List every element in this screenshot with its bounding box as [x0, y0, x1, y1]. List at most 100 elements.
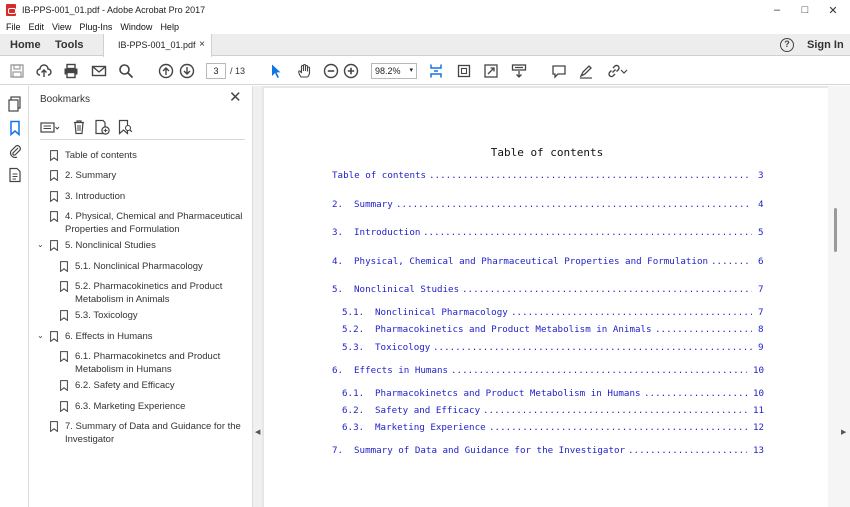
toc-entry-link[interactable]: 5.3. Toxicology 9.........................…	[342, 342, 764, 354]
vertical-scrollbar[interactable]: ▶	[828, 86, 850, 507]
close-tab-icon[interactable]: ×	[199, 34, 205, 56]
toc-entry-label: Introduction	[354, 227, 421, 238]
toc-entry-link[interactable]: 5.2. Pharmacokinetics and Product Metabol…	[342, 324, 764, 336]
minimize-button[interactable]: –	[762, 0, 792, 20]
panel-splitter[interactable]: ◀	[252, 86, 262, 507]
tab-document[interactable]: IB-PPS-001_01.pdf ×	[103, 34, 212, 57]
close-window-button[interactable]: ✕	[818, 0, 848, 20]
bookmark-label: Table of contents	[65, 150, 137, 161]
scrollbar-thumb[interactable]	[834, 208, 837, 252]
full-screen-icon[interactable]	[483, 63, 499, 79]
bookmark-search-icon[interactable]	[117, 119, 133, 135]
toc-entry-link[interactable]: 6.2. Safety and Efficacy 11...............…	[342, 405, 764, 417]
toc-entry-page: 12	[753, 422, 765, 433]
toc-entry-label: Table of contents	[332, 170, 427, 181]
search-icon[interactable]	[118, 63, 134, 79]
save-icon[interactable]	[9, 63, 25, 79]
bookmark-label: 6.3. Marketing Experience	[75, 401, 186, 412]
toc-entry-number: 5.3.	[342, 342, 365, 353]
menu-window[interactable]: Window	[120, 22, 152, 32]
sign-in-button[interactable]: Sign In	[807, 34, 844, 56]
maximize-button[interactable]: □	[790, 0, 820, 20]
next-page-icon[interactable]	[179, 63, 195, 79]
page-thumbnails-icon[interactable]	[8, 96, 22, 112]
toc-entry-link[interactable]: 3. Introduction 5.........................…	[332, 227, 764, 239]
toc-entry-number: 6.	[332, 365, 344, 376]
bookmark-label: 5.2. Pharmacokinetics and Product	[75, 281, 223, 292]
toc-entry-label: Nonclinical Pharmacology	[375, 307, 508, 318]
toc-entry-link[interactable]: 6.1. Pharmacokinetcs and Product Metaboli…	[342, 388, 764, 400]
toc-entry-label: Pharmacokinetics and Product Metabolism …	[375, 324, 652, 335]
expand-panel-arrow-icon[interactable]: ▶	[841, 428, 846, 436]
toc-entry-label: Toxicology	[375, 342, 431, 353]
previous-page-icon[interactable]	[158, 63, 174, 79]
print-icon[interactable]	[63, 63, 79, 79]
menu-file[interactable]: File	[6, 22, 21, 32]
toc-entry-number: 6.3.	[342, 422, 365, 433]
help-icon[interactable]: ?	[780, 38, 794, 52]
bookmark-icon	[60, 281, 68, 292]
zoom-level-dropdown[interactable]: 98.2% ▾	[371, 63, 417, 79]
toc-entry-page: 11	[753, 405, 765, 416]
toc-entry-number: 5.2.	[342, 324, 365, 335]
menu-plugins[interactable]: Plug-Ins	[79, 22, 112, 32]
toc-leader-dots: ........................................…	[655, 324, 752, 335]
toc-entry-link[interactable]: 4. Physical, Chemical and Pharmaceutical …	[332, 256, 764, 268]
new-bookmark-icon[interactable]	[94, 119, 110, 135]
collapse-panel-arrow-icon[interactable]: ◀	[255, 428, 260, 436]
page-number-input[interactable]: 3	[206, 63, 226, 79]
zoom-in-icon[interactable]	[343, 63, 359, 79]
toc-entry-link[interactable]: 7. Summary of Data and Guidance for the I…	[332, 445, 764, 457]
toc-leader-dots: ........................................…	[429, 170, 752, 181]
window-title: IB-PPS-001_01.pdf - Adobe Acrobat Pro 20…	[22, 5, 206, 15]
tab-tools[interactable]: Tools	[55, 34, 84, 56]
toc-entry-label: Marketing Experience	[375, 422, 486, 433]
document-properties-icon[interactable]	[8, 167, 22, 183]
select-cursor-icon[interactable]	[268, 63, 284, 79]
toc-entry-link[interactable]: 5. Nonclinical Studies 7..................…	[332, 284, 764, 296]
menu-view[interactable]: View	[52, 22, 71, 32]
bookmark-label: 7. Summary of Data and Guidance for the	[65, 421, 241, 432]
collapse-chevron-icon[interactable]: ⌄	[37, 240, 44, 249]
toc-entry-link[interactable]: 5.1. Nonclinical Pharmacology 7...........…	[342, 307, 764, 319]
read-mode-icon[interactable]	[511, 63, 527, 79]
toc-leader-dots: ........................................…	[423, 227, 752, 238]
menu-help[interactable]: Help	[160, 22, 179, 32]
collapse-chevron-icon[interactable]: ⌄	[37, 331, 44, 340]
bookmark-icon	[60, 261, 68, 272]
menu-edit[interactable]: Edit	[29, 22, 45, 32]
bookmark-label: 5.1. Nonclinical Pharmacology	[75, 261, 203, 272]
bookmark-panel-icon[interactable]	[8, 120, 22, 136]
toc-entry-label: Summary	[354, 199, 393, 210]
acrobat-window: IB-PPS-001_01.pdf - Adobe Acrobat Pro 20…	[0, 0, 850, 507]
highlight-pen-icon[interactable]	[578, 63, 594, 79]
bookmark-label-line2: Metabolism in Animals	[75, 294, 170, 305]
toc-entry-link[interactable]: 2. Summary 4..............................…	[332, 199, 764, 211]
zoom-out-icon[interactable]	[323, 63, 339, 79]
toc-entry-link[interactable]: 6. Effects in Humans 10...................…	[332, 365, 764, 377]
tab-home[interactable]: Home	[10, 34, 41, 56]
options-menu-icon[interactable]	[40, 120, 60, 136]
toc-entry-label: Physical, Chemical and Pharmaceutical Pr…	[354, 256, 709, 267]
chevron-down-icon[interactable]	[620, 63, 628, 79]
delete-bookmark-icon[interactable]	[72, 119, 86, 135]
email-icon[interactable]	[91, 63, 107, 79]
toc-entry-number: 5.	[332, 284, 344, 295]
scrolling-mode-icon[interactable]	[428, 63, 444, 79]
toc-heading: Table of contents	[490, 146, 604, 159]
toc-entry-number: 6.2.	[342, 405, 365, 416]
toc-leader-dots: ........................................…	[451, 365, 747, 376]
document-viewport: Table of contents Table of contents 3....…	[262, 86, 850, 507]
fit-page-icon[interactable]	[456, 63, 472, 79]
toc-entry-number: 5.1.	[342, 307, 365, 318]
toc-entry-link[interactable]: Table of contents 3......................…	[332, 170, 764, 182]
bookmark-label-line2: Investigator	[65, 434, 115, 445]
bookmark-label: 6. Effects in Humans	[65, 331, 153, 342]
comment-icon[interactable]	[551, 63, 567, 79]
hand-tool-icon[interactable]	[296, 63, 312, 79]
cloud-upload-icon[interactable]	[36, 63, 52, 79]
toc-entry-link[interactable]: 6.3. Marketing Experience 12..............…	[342, 422, 764, 434]
bookmark-icon	[50, 331, 58, 342]
close-panel-icon[interactable]: ✕	[229, 90, 242, 105]
attachments-icon[interactable]	[8, 143, 22, 159]
